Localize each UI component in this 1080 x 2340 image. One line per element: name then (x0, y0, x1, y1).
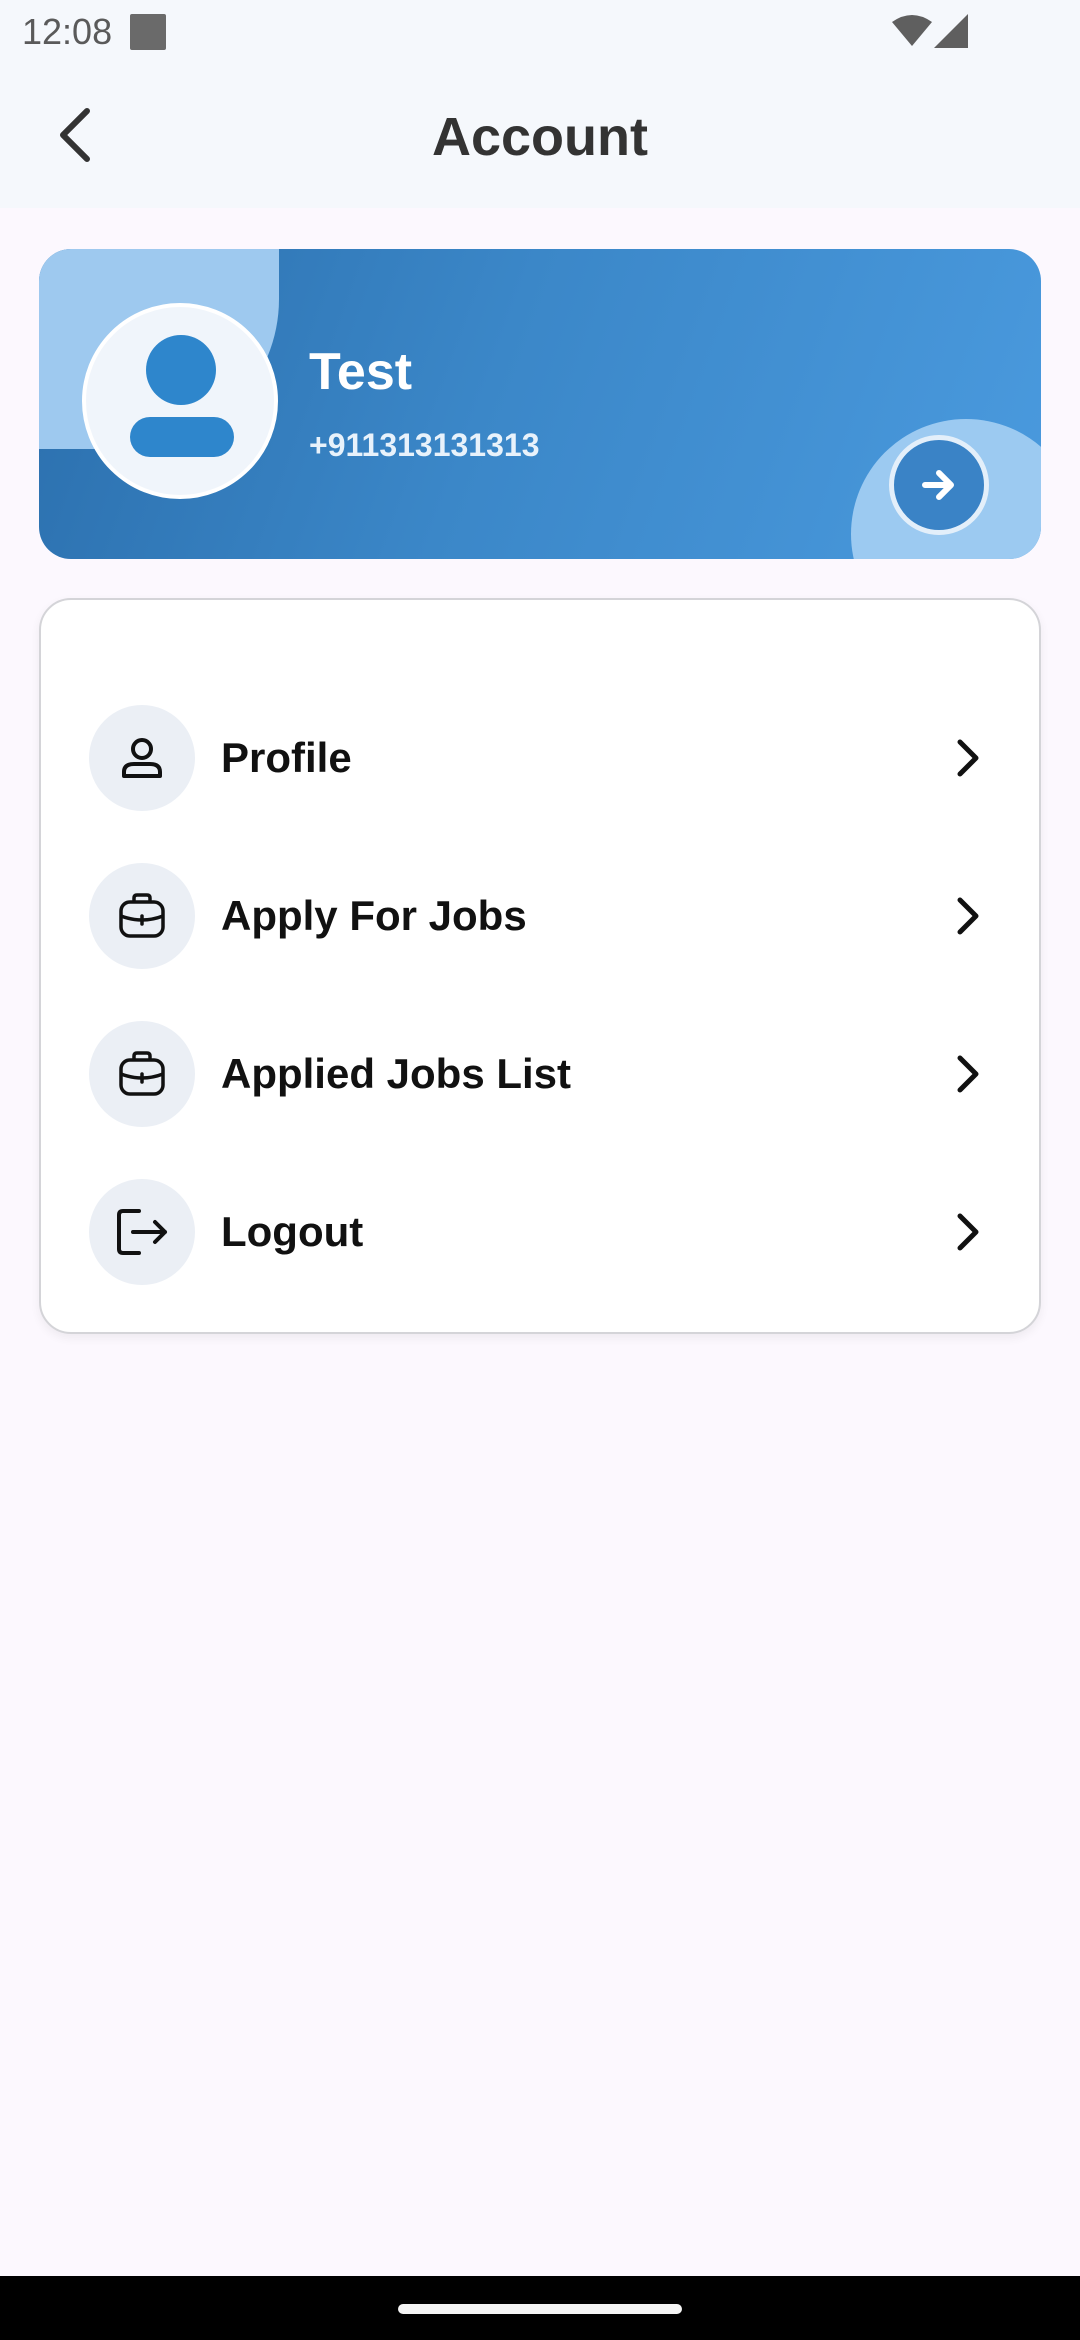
person-avatar-body (130, 417, 234, 457)
menu-item-label: Applied Jobs List (221, 1050, 572, 1097)
profile-card[interactable]: Test +911313131313 (39, 249, 1041, 559)
chevron-right-icon (957, 897, 979, 935)
chevron-right-icon (957, 739, 979, 777)
menu-card: Profile Apply For Jobs Applied Jobs List… (39, 598, 1041, 1334)
user-name: Test (309, 343, 413, 401)
menu-icon-container (89, 705, 195, 811)
chevron-left-icon (60, 108, 90, 162)
notification-icon (130, 14, 166, 50)
briefcase-icon (119, 1051, 165, 1096)
user-phone: +911313131313 (309, 427, 540, 463)
profile-arrow-button[interactable] (889, 435, 989, 535)
system-nav-bar (0, 2276, 1080, 2340)
person-icon (122, 738, 162, 778)
signal-icon (934, 14, 968, 48)
menu-item-logout[interactable]: Logout (41, 1162, 1041, 1302)
status-time: 12:08 (22, 11, 113, 52)
menu-item-applied-jobs-list[interactable]: Applied Jobs List (41, 1004, 1041, 1144)
menu-item-label: Apply For Jobs (221, 892, 527, 939)
logout-icon (117, 1209, 167, 1255)
page-title: Account (432, 107, 648, 167)
app-bar: Account (0, 66, 1080, 208)
menu-icon-container (89, 1179, 195, 1285)
home-indicator[interactable] (398, 2304, 682, 2314)
chevron-right-icon (957, 1213, 979, 1251)
wifi-icon (892, 15, 932, 46)
menu-icon-container (89, 1021, 195, 1127)
chevron-right-icon (957, 1055, 979, 1093)
arrow-right-icon (922, 470, 954, 500)
person-avatar-icon (146, 335, 216, 405)
menu-item-apply-for-jobs[interactable]: Apply For Jobs (41, 846, 1041, 986)
menu-icon-container (89, 863, 195, 969)
avatar (82, 303, 278, 499)
menu-item-label: Logout (221, 1208, 364, 1255)
menu-item-label: Profile (221, 734, 352, 781)
back-button[interactable] (40, 100, 110, 170)
status-bar: 12:08 (0, 0, 1080, 66)
briefcase-icon (119, 893, 165, 938)
menu-item-profile[interactable]: Profile (41, 688, 1041, 828)
